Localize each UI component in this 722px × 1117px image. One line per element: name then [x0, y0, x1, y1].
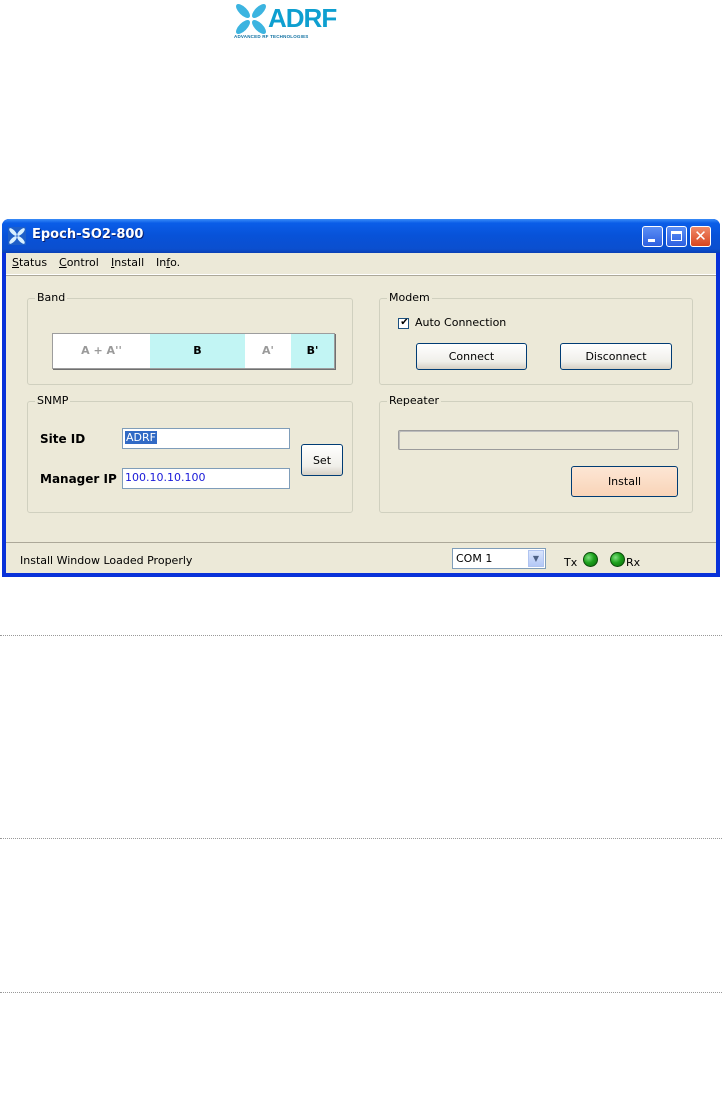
tx-label: Tx [564, 556, 578, 569]
site-id-label: Site ID [40, 432, 86, 446]
status-bar: Install Window Loaded Properly COM 1 ▼ T… [6, 542, 716, 574]
connect-button[interactable]: Connect [416, 343, 527, 370]
install-button[interactable]: Install [571, 466, 678, 497]
menu-status[interactable]: Status [12, 256, 47, 269]
com-port-value: COM 1 [456, 552, 493, 565]
install-progress-bar [398, 430, 679, 450]
chevron-down-icon[interactable]: ▼ [528, 550, 544, 567]
close-button[interactable]: ✕ [690, 226, 711, 247]
logo-mark-icon [236, 4, 266, 34]
menu-control-label: ontrol [66, 256, 99, 269]
modem-group: Modem ✔ Auto Connection Connect Disconne… [379, 291, 693, 385]
app-icon [8, 227, 26, 245]
snmp-group-title: SNMP [35, 394, 71, 407]
window-title: Epoch-SO2-800 [32, 227, 144, 242]
close-icon: ✕ [694, 227, 707, 245]
band-selector: A + A'' B A' B' [52, 333, 335, 369]
manager-ip-input[interactable]: 100.10.10.100 [122, 468, 290, 489]
logo-text: ADRF [268, 3, 337, 33]
logo-subtitle: ADVANCED RF TECHNOLOGIES [234, 34, 309, 39]
divider [0, 838, 722, 839]
divider [0, 992, 722, 993]
menu-bar: Status Control Install Info. [6, 253, 716, 275]
adrf-logo: ADRF ADVANCED RF TECHNOLOGIES [232, 0, 350, 44]
snmp-group: SNMP Site ID ADRF Manager IP 100.10.10.1… [27, 394, 353, 513]
tx-led-icon [583, 552, 598, 567]
menu-install[interactable]: Install [111, 256, 144, 269]
manager-ip-value: 100.10.10.100 [125, 471, 206, 484]
repeater-group: Repeater Install [379, 394, 693, 513]
divider [0, 635, 722, 636]
menu-status-accel: S [12, 256, 19, 269]
rx-label: Rx [626, 556, 641, 569]
band-option-a-a2[interactable]: A + A'' [53, 334, 150, 368]
menu-info-pre: In [156, 256, 167, 269]
modem-group-title: Modem [387, 291, 432, 304]
menu-status-label: tatus [18, 256, 48, 269]
minimize-icon [648, 239, 655, 242]
site-id-input[interactable]: ADRF [122, 428, 290, 449]
menu-info[interactable]: Info. [156, 256, 180, 269]
com-port-select[interactable]: COM 1 ▼ [452, 548, 546, 569]
disconnect-button[interactable]: Disconnect [560, 343, 672, 370]
minimize-button[interactable] [642, 226, 663, 247]
auto-connection-checkbox[interactable]: ✔ [398, 317, 409, 329]
band-group: Band A + A'' B A' B' [27, 291, 353, 385]
menu-control[interactable]: Control [59, 256, 99, 269]
auto-connection-label: Auto Connection [415, 316, 507, 329]
title-bar[interactable]: Epoch-SO2-800 ✕ [2, 219, 720, 253]
menu-install-label: nstall [114, 256, 145, 269]
site-id-value: ADRF [125, 431, 157, 444]
manager-ip-label: Manager IP [40, 472, 117, 486]
set-button[interactable]: Set [301, 444, 343, 476]
window-client-area: Status Control Install Info. Band A + A'… [6, 253, 716, 573]
app-window: Epoch-SO2-800 ✕ Status Control Install I… [2, 219, 720, 577]
repeater-group-title: Repeater [387, 394, 442, 407]
menu-control-accel: C [59, 256, 67, 269]
menu-info-label: o. [170, 256, 181, 269]
band-option-a-prime[interactable]: A' [245, 334, 291, 368]
maximize-button[interactable] [666, 226, 687, 247]
band-group-title: Band [35, 291, 68, 304]
checkmark-icon: ✔ [400, 317, 409, 328]
maximize-icon [671, 231, 682, 241]
band-option-b[interactable]: B [150, 334, 245, 368]
rx-led-icon [610, 552, 625, 567]
status-message: Install Window Loaded Properly [20, 554, 193, 567]
band-option-b-prime[interactable]: B' [291, 334, 334, 368]
